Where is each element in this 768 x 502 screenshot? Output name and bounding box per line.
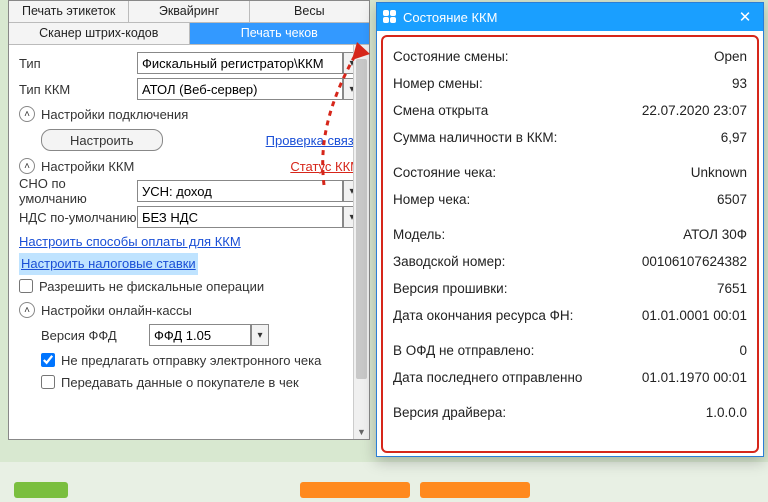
kkm-type-input[interactable]	[137, 78, 343, 100]
check-state-key: Состояние чека:	[393, 165, 691, 180]
modal-body: Состояние смены:Open Номер смены:93 Смен…	[381, 35, 759, 453]
tab-labels-print[interactable]: Печать этикеток	[9, 1, 129, 22]
kkm-type-label: Тип ККМ	[19, 82, 137, 97]
ofd-unsent-key: В ОФД не отправлено:	[393, 343, 739, 358]
ofd-unsent-val: 0	[739, 343, 747, 358]
nonfiscal-label: Разрешить не фискальные операции	[39, 279, 264, 294]
chevron-down-icon[interactable]: ▾	[251, 324, 269, 346]
nds-combo[interactable]: ▾	[137, 206, 361, 228]
tab-scales[interactable]: Весы	[250, 1, 369, 22]
section-online[interactable]: ˄ Настройки онлайн-кассы	[19, 299, 361, 321]
scroll-thumb[interactable]	[356, 59, 367, 379]
scroll-down-icon[interactable]: ▼	[354, 425, 369, 439]
background-footer	[0, 462, 768, 502]
tab-receipt-print[interactable]: Печать чеков	[190, 23, 370, 44]
shift-open-val: 22.07.2020 23:07	[642, 103, 747, 118]
ffd-input[interactable]	[149, 324, 251, 346]
shift-num-key: Номер смены:	[393, 76, 732, 91]
tabs-row-2: Сканер штрих-кодов Печать чеков	[9, 23, 369, 45]
row-kkm-type: Тип ККМ ▾	[19, 77, 361, 101]
row-ffd: Версия ФФД ▾	[19, 323, 361, 347]
tabs-row-1: Печать этикеток Эквайринг Весы	[9, 1, 369, 23]
kkm-status-link[interactable]: Статус ККМ	[290, 159, 361, 174]
cash-key: Сумма наличности в ККМ:	[393, 130, 721, 145]
kkm-type-combo[interactable]: ▾	[137, 78, 361, 100]
no-echeck-checkbox[interactable]	[41, 353, 55, 367]
sno-label: СНО по умолчанию	[19, 176, 137, 206]
sno-input[interactable]	[137, 180, 343, 202]
row-type: Тип ▾	[19, 51, 361, 75]
link-payment-methods[interactable]: Настроить способы оплаты для ККМ	[19, 231, 361, 253]
nds-label: НДС по-умолчанию	[19, 210, 137, 225]
tab-barcode-scanner[interactable]: Сканер штрих-кодов	[9, 23, 190, 44]
check-num-val: 6507	[717, 192, 747, 207]
link-tax-rates[interactable]: Настроить налоговые ставки	[19, 253, 198, 275]
no-echeck-label: Не предлагать отправку электронного чека	[61, 353, 321, 368]
nonfiscal-checkbox[interactable]	[19, 279, 33, 293]
model-val: АТОЛ 30Ф	[683, 227, 747, 242]
section-kkm-label: Настройки ККМ	[41, 159, 134, 174]
section-connection-label: Настройки подключения	[41, 107, 188, 122]
firmware-key: Версия прошивки:	[393, 281, 717, 296]
type-combo[interactable]: ▾	[137, 52, 361, 74]
check-state-val: Unknown	[691, 165, 747, 180]
buyer-data-checkbox[interactable]	[41, 375, 55, 389]
settings-panel: Печать этикеток Эквайринг Весы Сканер шт…	[8, 0, 370, 440]
cash-val: 6,97	[721, 130, 747, 145]
chevron-up-icon[interactable]: ˄	[19, 302, 35, 318]
buyer-data-label: Передавать данные о покупателе в чек	[61, 375, 299, 390]
row-configure: Настроить Проверка связи	[19, 127, 361, 153]
nds-input[interactable]	[137, 206, 343, 228]
serial-key: Заводской номер:	[393, 254, 642, 269]
driver-ver-val: 1.0.0.0	[706, 405, 747, 420]
type-label: Тип	[19, 56, 137, 71]
model-key: Модель:	[393, 227, 683, 242]
section-kkm[interactable]: ˄ Настройки ККМ Статус ККМ	[19, 155, 361, 177]
modal-titlebar[interactable]: Состояние ККМ ✕	[377, 3, 763, 31]
close-icon[interactable]: ✕	[727, 3, 763, 31]
row-sno: СНО по умолчанию ▾	[19, 179, 361, 203]
shift-num-val: 93	[732, 76, 747, 91]
shift-open-key: Смена открыта	[393, 103, 642, 118]
vertical-scrollbar[interactable]: ▲ ▼	[353, 45, 369, 439]
kkm-status-modal: Состояние ККМ ✕ Состояние смены:Open Ном…	[376, 2, 764, 457]
check-num-key: Номер чека:	[393, 192, 717, 207]
configure-button[interactable]: Настроить	[41, 129, 163, 151]
section-connection[interactable]: ˄ Настройки подключения	[19, 103, 361, 125]
fn-expiry-val: 01.01.0001 00:01	[642, 308, 747, 323]
serial-val: 00106107624382	[642, 254, 747, 269]
row-buyer-data: Передавать данные о покупателе в чек	[19, 371, 361, 393]
row-no-echeck: Не предлагать отправку электронного чека	[19, 349, 361, 371]
last-sent-val: 01.01.1970 00:01	[642, 370, 747, 385]
row-nds: НДС по-умолчанию ▾	[19, 205, 361, 229]
firmware-val: 7651	[717, 281, 747, 296]
check-connection-link[interactable]: Проверка связи	[266, 133, 361, 148]
shift-state-val: Open	[714, 49, 747, 64]
last-sent-key: Дата последнего отправленно	[393, 370, 642, 385]
ffd-label: Версия ФФД	[19, 328, 149, 343]
type-input[interactable]	[137, 52, 343, 74]
window-icon	[383, 10, 397, 24]
scroll-up-icon[interactable]: ▲	[354, 45, 369, 59]
chevron-up-icon[interactable]: ˄	[19, 106, 35, 122]
ffd-combo[interactable]: ▾	[149, 324, 269, 346]
sno-combo[interactable]: ▾	[137, 180, 361, 202]
section-online-label: Настройки онлайн-кассы	[41, 303, 192, 318]
tab-acquiring[interactable]: Эквайринг	[129, 1, 249, 22]
form-body: Тип ▾ Тип ККМ ▾ ˄ Настройки подключения	[9, 45, 369, 393]
modal-title: Состояние ККМ	[403, 10, 727, 25]
row-nonfiscal: Разрешить не фискальные операции	[19, 275, 361, 297]
shift-state-key: Состояние смены:	[393, 49, 714, 64]
driver-ver-key: Версия драйвера:	[393, 405, 706, 420]
chevron-up-icon[interactable]: ˄	[19, 158, 35, 174]
fn-expiry-key: Дата окончания ресурса ФН:	[393, 308, 642, 323]
